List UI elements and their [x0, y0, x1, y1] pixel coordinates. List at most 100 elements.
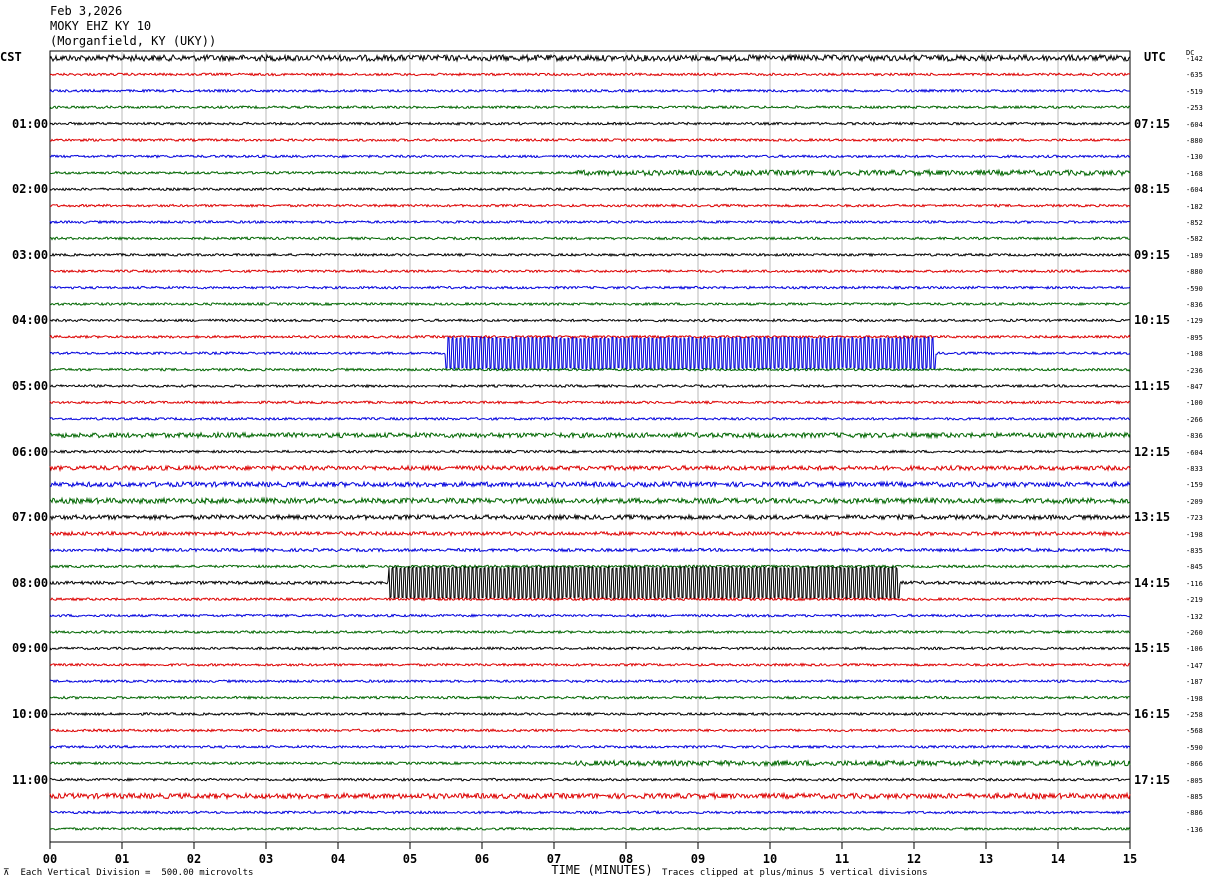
utc-hour-label: 13:15 — [1134, 510, 1171, 525]
trace-blue — [49, 219, 1131, 225]
trace-green — [49, 168, 1131, 178]
trace-black — [49, 564, 1131, 601]
dc-offset-value: -723 — [1186, 514, 1203, 523]
cst-hour-label: 06:00 — [12, 444, 49, 459]
cst-hour-label: 05:00 — [12, 379, 49, 393]
dc-offset-value: -189 — [1186, 251, 1203, 260]
dc-offset-value: -168 — [1186, 169, 1203, 178]
dc-offset-value: -136 — [1186, 825, 1203, 834]
utc-hour-label: 16:15 — [1134, 707, 1171, 721]
trace-red — [49, 137, 1131, 143]
dc-offset-value: -895 — [1186, 333, 1203, 342]
dc-offset-value: -886 — [1186, 809, 1203, 818]
trace-green — [49, 629, 1131, 635]
trace-green — [49, 826, 1131, 832]
dc-offset-value: -100 — [1186, 399, 1203, 408]
x-tick-label: 00 — [43, 852, 57, 866]
trace-green — [49, 104, 1131, 110]
trace-blue — [49, 88, 1131, 94]
utc-hour-label: 11:15 — [1134, 379, 1171, 393]
x-tick-label: 12 — [907, 852, 921, 866]
utc-hour-label: 08:15 — [1134, 182, 1171, 197]
dc-offset-value: -805 — [1186, 776, 1203, 785]
cst-hour-label: 03:00 — [12, 247, 49, 262]
trace-red — [49, 334, 1131, 340]
dc-offset-value: -209 — [1186, 497, 1203, 506]
trace-black — [49, 317, 1131, 323]
trace-black — [49, 645, 1131, 651]
trace-black — [49, 777, 1131, 782]
dc-offset-value: -182 — [1186, 202, 1203, 211]
trace-black — [49, 53, 1131, 63]
dc-offset-value: -258 — [1186, 711, 1203, 719]
cst-hour-label: 01:00 — [12, 116, 49, 131]
trace-black — [49, 121, 1131, 127]
dc-offset-value: -260 — [1186, 629, 1203, 637]
x-tick-label: 06 — [475, 852, 489, 866]
x-axis-title: TIME (MINUTES) — [551, 863, 653, 877]
x-tick-label: 05 — [403, 852, 417, 866]
utc-hour-label: 17:15 — [1134, 772, 1171, 787]
trace-blue — [49, 153, 1131, 159]
scale-note: ⊼ Each Vertical Division = 500.00 microv… — [3, 868, 254, 878]
utc-hour-label: 12:15 — [1134, 444, 1171, 459]
x-tick-label: 13 — [979, 852, 993, 866]
trace-black — [49, 383, 1131, 389]
dc-offset-value: -835 — [1186, 547, 1203, 555]
dc-offset-value: -106 — [1186, 645, 1203, 654]
trace-red — [49, 662, 1131, 668]
dc-offset-value: -604 — [1186, 120, 1203, 129]
dc-offset-value: -116 — [1186, 579, 1203, 588]
trace-black — [49, 449, 1131, 454]
utc-hour-label: 15:15 — [1134, 641, 1171, 656]
trace-red — [49, 400, 1131, 405]
dc-offset-value: -519 — [1186, 87, 1203, 96]
dc-offset-value: -590 — [1186, 743, 1203, 752]
trace-red — [49, 791, 1131, 801]
cst-hour-label: 11:00 — [12, 772, 49, 787]
trace-blue — [49, 480, 1131, 489]
cst-hour-label: 02:00 — [12, 182, 49, 197]
dc-offset-value: -130 — [1186, 153, 1203, 162]
dc-offset-value: -885 — [1186, 793, 1203, 801]
trace-red — [49, 464, 1131, 473]
dc-offset-value: -236 — [1186, 366, 1203, 375]
dc-offset-value: -142 — [1186, 55, 1203, 63]
trace-green — [49, 695, 1131, 701]
dc-offset-value: -852 — [1186, 219, 1203, 227]
utc-hour-label: 07:15 — [1134, 116, 1171, 131]
plot-frame — [49, 50, 1131, 843]
dc-offset-value: -866 — [1186, 760, 1203, 769]
trace-red — [49, 728, 1131, 733]
utc-hour-label: 09:15 — [1134, 247, 1171, 262]
trace-red — [49, 268, 1131, 274]
dc-offset-value: -880 — [1186, 268, 1203, 277]
dc-offset-value: -198 — [1186, 694, 1203, 703]
utc-hour-label: 14:15 — [1134, 575, 1171, 590]
dc-offset-value: -219 — [1186, 596, 1203, 605]
x-tick-label: 02 — [187, 852, 201, 866]
scale-note-text: Each Vertical Division = 500.00 microvol… — [20, 868, 254, 878]
trace-blue — [49, 547, 1131, 553]
trace-blue — [49, 613, 1130, 618]
trace-blue — [49, 809, 1131, 815]
trace-black — [49, 513, 1131, 522]
trace-blue — [49, 285, 1131, 290]
dc-offset-value: -132 — [1186, 612, 1203, 621]
dc-offset-value: -108 — [1186, 350, 1203, 359]
dc-offset-value: -847 — [1186, 383, 1203, 391]
trace-green — [49, 496, 1131, 506]
dc-offset-value: -604 — [1186, 186, 1203, 195]
dc-offset-value: -129 — [1186, 317, 1203, 326]
dc-offset-value: -198 — [1186, 530, 1203, 539]
cst-hour-label: 08:00 — [12, 575, 49, 590]
clip-note: Traces clipped at plus/minus 5 vertical … — [662, 868, 928, 878]
trace-red — [49, 530, 1131, 538]
x-tick-label: 10 — [763, 852, 777, 866]
trace-green — [49, 564, 1131, 569]
dc-offset-value: -590 — [1186, 284, 1203, 293]
dc-offset-value: -582 — [1186, 235, 1203, 244]
trace-blue — [49, 744, 1131, 750]
dc-offset-value: -635 — [1186, 71, 1203, 80]
trace-green — [49, 301, 1131, 307]
